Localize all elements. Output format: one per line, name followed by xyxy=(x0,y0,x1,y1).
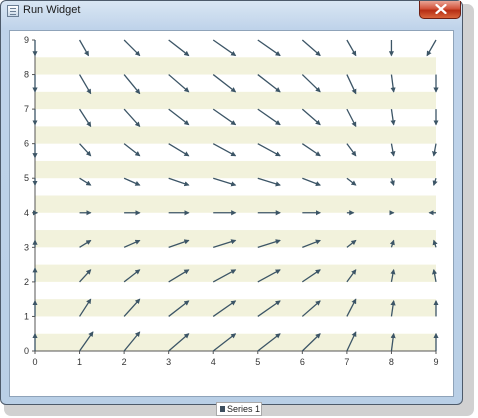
legend-swatch xyxy=(220,406,225,412)
vector-arrow xyxy=(346,39,357,57)
run-widget-window: Run Widget 0 1 2 3 4 5 6 7 8 9 0 1 2 3 4 5 6 7 8 9 Series 1 xyxy=(0,0,463,416)
vector-arrow xyxy=(346,74,357,95)
vector-arrow xyxy=(123,177,141,186)
vector-arrow xyxy=(123,143,141,157)
close-button[interactable] xyxy=(419,1,461,19)
vector-arrow xyxy=(389,178,395,186)
x-tick-label: 7 xyxy=(344,357,349,367)
vector-arrow xyxy=(168,177,190,187)
grid-band xyxy=(35,264,436,282)
vector-arrow xyxy=(301,108,321,126)
vector-arrow xyxy=(257,177,281,187)
close-x-icon xyxy=(435,4,447,14)
vector-arrow xyxy=(301,74,321,93)
legend-series-1-label: Series 1 xyxy=(227,404,261,414)
grid-band xyxy=(35,57,436,75)
vector-arrow xyxy=(123,39,141,57)
grid-band xyxy=(35,230,436,248)
chart-area: 0 1 2 3 4 5 6 7 8 9 0 1 2 3 4 5 6 7 8 9 Series 1 xyxy=(9,30,454,416)
vector-field-chart: 0 1 2 3 4 5 6 7 8 9 0 1 2 3 4 5 6 7 8 9 xyxy=(24,35,439,367)
vector-arrow xyxy=(79,143,92,157)
vector-arrow xyxy=(78,74,92,95)
vector-arrow xyxy=(257,143,281,157)
vector-arrow xyxy=(257,39,281,57)
vector-arrow xyxy=(213,177,237,187)
vector-arrow xyxy=(432,143,438,157)
vector-arrow xyxy=(168,39,190,57)
y-tick-label: 0 xyxy=(24,346,29,356)
x-tick-label: 0 xyxy=(32,357,37,367)
vector-arrow xyxy=(168,108,190,126)
vector-arrow xyxy=(79,108,92,128)
grid-band xyxy=(35,91,436,110)
title-bar[interactable]: Run Widget xyxy=(1,1,462,23)
y-tick-label: 6 xyxy=(24,139,29,149)
vector-arrow xyxy=(78,39,90,57)
y-tick-label: 4 xyxy=(24,208,29,218)
chart-legend: Series 1 xyxy=(216,402,262,416)
grid-band xyxy=(35,195,436,213)
grid-band xyxy=(35,299,436,317)
grid-band xyxy=(35,126,436,144)
y-tick-label: 2 xyxy=(24,277,29,287)
grid-band xyxy=(35,333,436,351)
vector-arrow xyxy=(432,178,438,186)
vector-arrow xyxy=(79,177,92,186)
x-tick-label: 5 xyxy=(255,357,260,367)
y-tick-label: 1 xyxy=(24,311,29,321)
x-tick-label: 8 xyxy=(389,357,394,367)
vector-arrow xyxy=(390,143,396,157)
y-tick-label: 7 xyxy=(24,104,29,114)
x-tick-label: 2 xyxy=(122,357,127,367)
x-tick-label: 9 xyxy=(433,357,438,367)
y-tick-label: 5 xyxy=(24,173,29,183)
vector-arrow xyxy=(346,177,357,186)
window-app-icon[interactable] xyxy=(7,5,19,17)
vector-arrow xyxy=(346,108,357,128)
y-tick-label: 9 xyxy=(24,35,29,45)
vector-arrow xyxy=(212,39,237,57)
vector-arrow xyxy=(346,143,357,157)
x-tick-label: 6 xyxy=(300,357,305,367)
x-tick-label: 3 xyxy=(166,357,171,367)
x-tick-label: 4 xyxy=(211,357,216,367)
vector-arrow xyxy=(302,177,321,186)
vector-arrow xyxy=(123,108,141,128)
x-tick-label: 1 xyxy=(77,357,82,367)
vector-arrow xyxy=(168,74,190,93)
vector-arrow xyxy=(212,108,237,126)
vector-arrow xyxy=(212,143,237,157)
vector-arrow xyxy=(168,143,190,157)
vector-arrow xyxy=(390,109,396,126)
vector-arrow xyxy=(390,74,396,93)
vector-arrow xyxy=(301,39,321,57)
vector-arrow xyxy=(257,74,281,93)
window-title: Run Widget xyxy=(23,4,81,16)
vector-arrow xyxy=(257,108,281,126)
grid-band xyxy=(35,160,436,179)
vector-arrow xyxy=(123,74,141,95)
y-tick-label: 3 xyxy=(24,242,29,252)
vector-arrow xyxy=(426,39,437,57)
vector-arrow xyxy=(301,143,321,157)
vector-arrow xyxy=(212,74,237,93)
y-tick-label: 8 xyxy=(24,70,29,80)
